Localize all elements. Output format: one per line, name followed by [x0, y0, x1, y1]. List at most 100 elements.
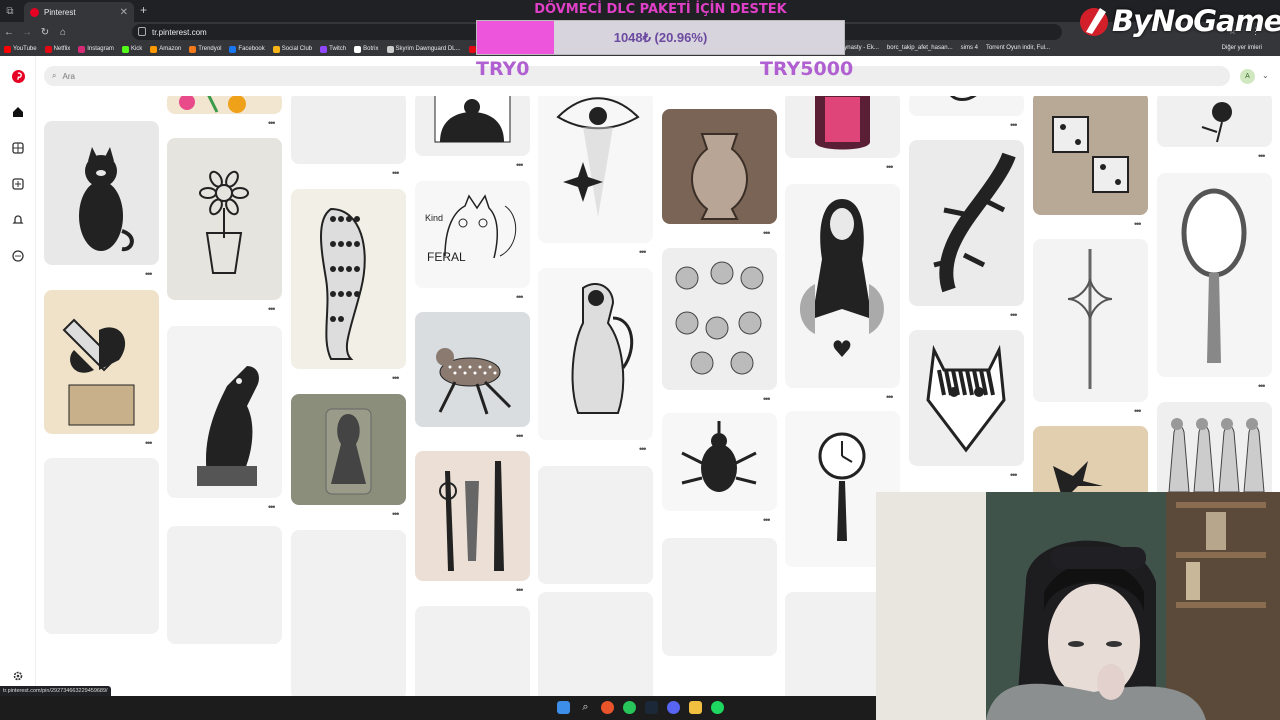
- pin-hand-mirror[interactable]: [1157, 173, 1272, 377]
- pin-more-options-icon[interactable]: •••: [268, 502, 276, 512]
- browser-taskbar-icon[interactable]: [601, 701, 614, 714]
- pin-more-options-icon[interactable]: •••: [145, 438, 153, 448]
- pin-figures[interactable]: [1157, 402, 1272, 502]
- pin-knight-card[interactable]: [291, 394, 406, 505]
- back-icon[interactable]: ←: [0, 27, 18, 38]
- pin-lizard[interactable]: [909, 140, 1024, 306]
- bookmark-8[interactable]: Twitch: [320, 45, 346, 53]
- bookmark-10[interactable]: Skyrim Dawnguard DL...: [386, 45, 461, 53]
- home-icon[interactable]: ⌂: [54, 27, 72, 38]
- pin-daggers[interactable]: [415, 451, 530, 581]
- bookmark-right-2[interactable]: sims 4: [961, 45, 978, 51]
- pin-dice-tattoo[interactable]: [1033, 96, 1148, 215]
- pin-horse-chess-image: [197, 366, 259, 486]
- bookmark-4[interactable]: Amazon: [150, 45, 181, 53]
- bookmark-5[interactable]: Trendyol: [189, 45, 221, 53]
- pin-more-options-icon[interactable]: •••: [1258, 381, 1266, 391]
- bookmark-0[interactable]: YouTube: [4, 45, 37, 53]
- bookmark-right-1[interactable]: borc_takip_afet_hasan...: [887, 45, 953, 51]
- pin-horse-chess[interactable]: [167, 326, 282, 498]
- pin-rose[interactable]: [1157, 96, 1272, 147]
- pin-more-options-icon[interactable]: •••: [763, 515, 771, 525]
- new-tab-icon[interactable]: +: [140, 3, 147, 17]
- brand-name: ByNoGame: [1112, 4, 1280, 38]
- pin-more-options-icon[interactable]: •••: [145, 269, 153, 279]
- pin-lizard[interactable]: [909, 96, 1024, 116]
- pin-tiger[interactable]: [909, 330, 1024, 466]
- pin-daggers-image: [439, 461, 504, 571]
- pin-cathedral[interactable]: [415, 96, 530, 156]
- pin-more-options-icon[interactable]: •••: [268, 304, 276, 314]
- pin-moth-woman[interactable]: [785, 184, 900, 388]
- discord-icon[interactable]: [667, 701, 680, 714]
- pin-more-options-icon[interactable]: •••: [886, 162, 894, 172]
- pin-cat-tattoo[interactable]: [44, 121, 159, 265]
- pin-more-options-icon[interactable]: •••: [639, 444, 647, 454]
- browser-tab[interactable]: Pinterest ✕: [24, 2, 134, 22]
- create-nav-icon[interactable]: [10, 176, 26, 192]
- pin-warrior-horse[interactable]: [291, 96, 406, 164]
- chevron-down-icon[interactable]: ⌄: [1262, 71, 1269, 80]
- pin-more-options-icon[interactable]: •••: [1010, 120, 1018, 130]
- pin-sketch-sheet[interactable]: [662, 248, 777, 390]
- search-input[interactable]: ⌕ Ara: [44, 66, 1230, 86]
- pin-beetle[interactable]: [662, 413, 777, 511]
- reload-icon[interactable]: ↻: [36, 27, 54, 38]
- whatsapp-icon[interactable]: [623, 701, 636, 714]
- window-menu-icon[interactable]: ⧉: [0, 0, 20, 22]
- pin-more-options-icon[interactable]: •••: [639, 247, 647, 257]
- close-tab-icon[interactable]: ✕: [120, 7, 128, 18]
- bookmark-6[interactable]: Facebook: [229, 45, 265, 53]
- pin-more-options-icon[interactable]: •••: [1134, 219, 1142, 229]
- file-explorer-icon[interactable]: [689, 701, 702, 714]
- spotify-icon[interactable]: [711, 701, 724, 714]
- pin-more-options-icon[interactable]: •••: [886, 392, 894, 402]
- pin-more-options-icon[interactable]: •••: [516, 431, 524, 441]
- pin-flowers-top[interactable]: [167, 96, 282, 114]
- pin-more-options-icon[interactable]: •••: [392, 373, 400, 383]
- pin-more-options-icon[interactable]: •••: [1134, 406, 1142, 416]
- explore-nav-icon[interactable]: [10, 140, 26, 156]
- avatar[interactable]: A: [1240, 69, 1255, 84]
- bookmark-icon: [229, 45, 237, 53]
- pin-more-options-icon[interactable]: •••: [392, 168, 400, 178]
- forward-icon[interactable]: →: [18, 27, 36, 38]
- site-info-icon[interactable]: [138, 27, 146, 36]
- pin-eye-star[interactable]: [538, 96, 653, 243]
- bookmark-2[interactable]: Instagram: [78, 45, 114, 53]
- pin-more-options-icon[interactable]: •••: [516, 292, 524, 302]
- pin-urn[interactable]: [662, 109, 777, 224]
- start-icon[interactable]: [557, 701, 570, 714]
- pin-fawn[interactable]: [415, 312, 530, 427]
- pin-leopard[interactable]: [291, 189, 406, 369]
- pin-more-options-icon[interactable]: •••: [268, 118, 276, 128]
- other-bookmarks[interactable]: Diğer yer imleri: [1222, 45, 1262, 51]
- pin-stained-glass[interactable]: [785, 96, 900, 158]
- notifications-icon[interactable]: [10, 212, 26, 228]
- steam-icon[interactable]: [645, 701, 658, 714]
- pin-more-options-icon[interactable]: •••: [763, 228, 771, 238]
- pin-more-options-icon[interactable]: •••: [1258, 151, 1266, 161]
- pin-more-options-icon[interactable]: •••: [1010, 310, 1018, 320]
- bookmark-9[interactable]: Botrix: [354, 45, 379, 53]
- pin-more-options-icon[interactable]: •••: [392, 509, 400, 519]
- home-nav-icon[interactable]: [10, 104, 26, 120]
- bookmark-1[interactable]: Netflix: [44, 45, 70, 53]
- pin-butterfly-axe[interactable]: [44, 290, 159, 434]
- bookmark-7[interactable]: Social Club: [272, 45, 312, 53]
- pinterest-logo-icon[interactable]: [10, 68, 26, 84]
- settings-icon[interactable]: [10, 668, 26, 684]
- bookmark-3[interactable]: Kick: [121, 45, 142, 53]
- pin-angel-statue[interactable]: [538, 268, 653, 440]
- search-taskbar-icon[interactable]: ⌕: [579, 701, 592, 714]
- pin-more-options-icon[interactable]: •••: [516, 160, 524, 170]
- pin-ornament-dagger[interactable]: [1033, 239, 1148, 402]
- pin-kind-of-feral[interactable]: Kind FERAL: [415, 181, 530, 288]
- search-icon: ⌕: [52, 71, 57, 80]
- bookmark-right-3[interactable]: Torrent Oyun indir, Ful...: [986, 45, 1050, 51]
- messages-icon[interactable]: [10, 248, 26, 264]
- pin-more-options-icon[interactable]: •••: [763, 394, 771, 404]
- pin-more-options-icon[interactable]: •••: [1010, 470, 1018, 480]
- pin-more-options-icon[interactable]: •••: [516, 585, 524, 595]
- pin-daisy-vase[interactable]: [167, 138, 282, 300]
